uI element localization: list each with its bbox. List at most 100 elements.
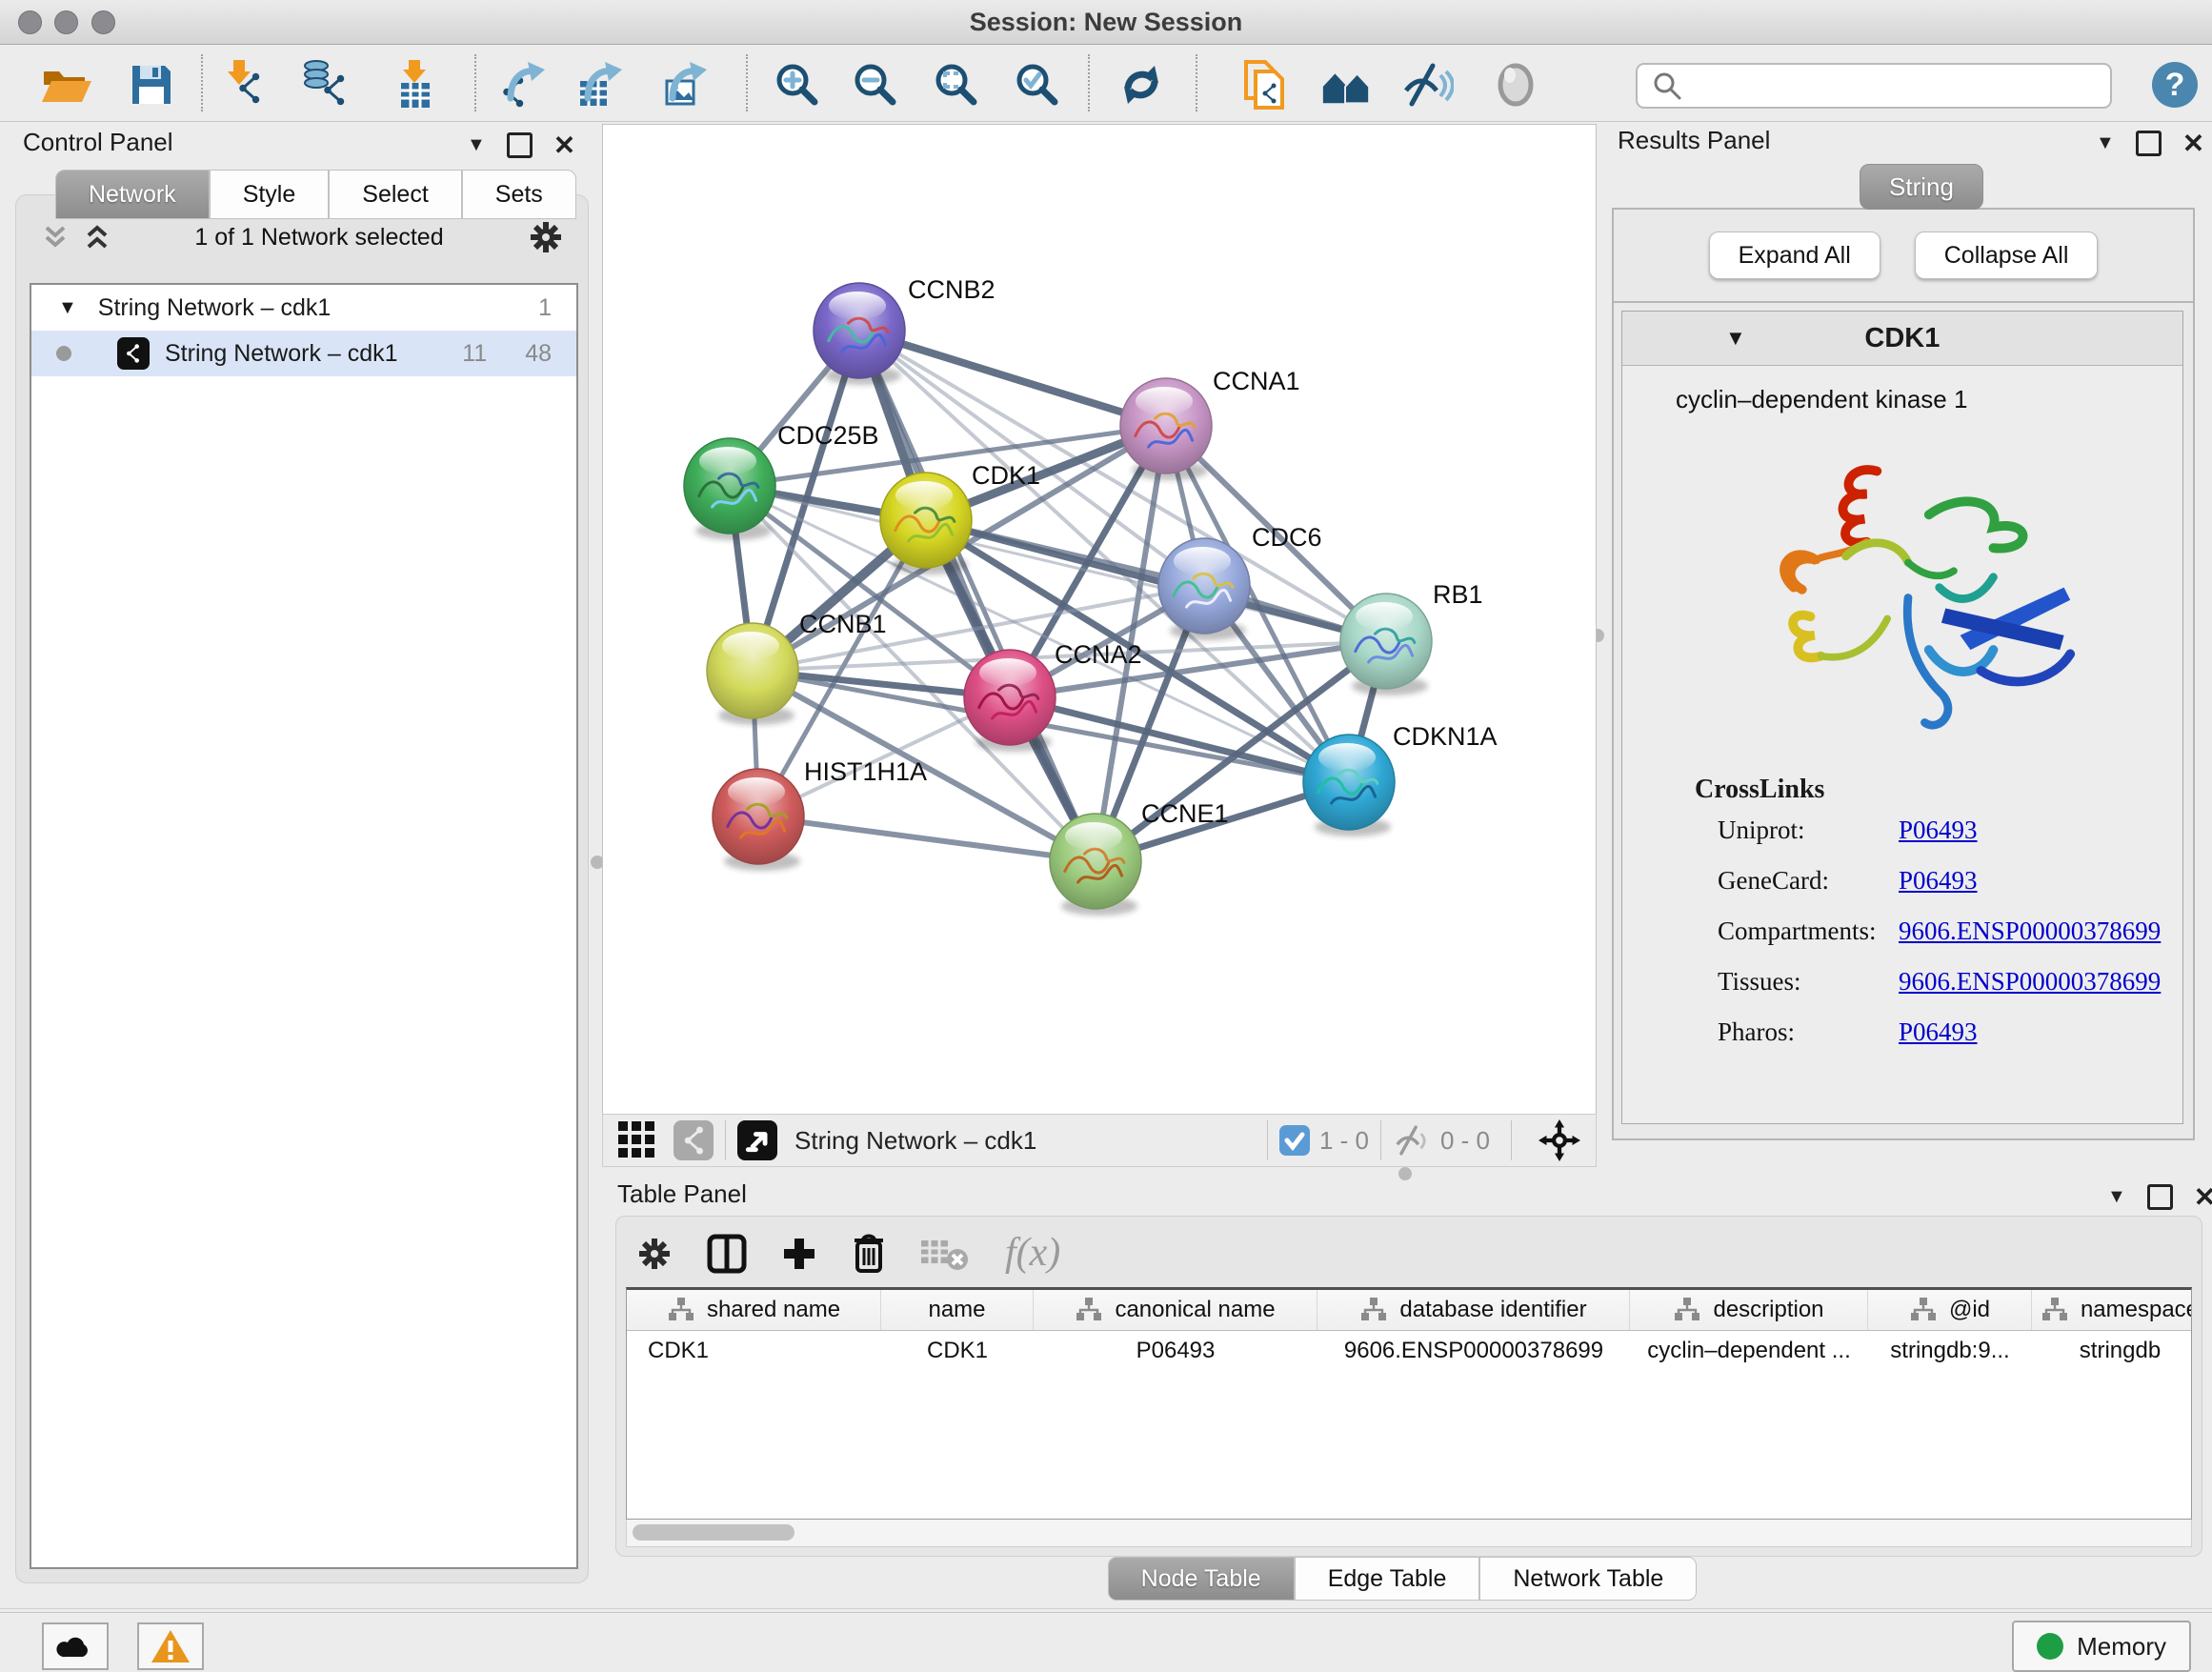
crosslink-link[interactable]: P06493	[1899, 816, 1978, 845]
float-panel-icon[interactable]	[507, 132, 533, 158]
add-column-icon[interactable]	[780, 1235, 818, 1273]
network-node-CCNE1[interactable]	[1050, 814, 1141, 916]
search-input[interactable]	[1693, 68, 2110, 104]
fit-content-icon[interactable]	[1538, 1119, 1580, 1161]
network-node-CDC25B[interactable]	[684, 438, 775, 540]
network-node-CCNA2[interactable]	[964, 650, 1056, 752]
close-panel-icon[interactable]: ✕	[553, 130, 575, 161]
table-cell[interactable]: stringdb	[2032, 1331, 2192, 1371]
hide-selection-icon[interactable]	[1400, 58, 1454, 111]
first-neighbors-icon[interactable]	[1319, 58, 1373, 111]
export-image-icon[interactable]	[661, 58, 714, 111]
table-cell[interactable]: cyclin–dependent ...	[1630, 1331, 1868, 1371]
table-cell[interactable]: CDK1	[627, 1331, 881, 1371]
tab-network-table[interactable]: Network Table	[1479, 1557, 1697, 1601]
table-horizontal-scrollbar[interactable]	[626, 1520, 2192, 1547]
network-options-gear-icon[interactable]	[527, 218, 565, 256]
tab-select[interactable]: Select	[329, 170, 461, 219]
column-header-namespace[interactable]: namespace	[2032, 1290, 2192, 1330]
network-node-RB1[interactable]	[1340, 594, 1432, 695]
collapse-panel-icon[interactable]: ▼	[467, 134, 486, 156]
column-header-@id[interactable]: @id	[1868, 1290, 2032, 1330]
table-cell[interactable]: 9606.ENSP00000378699	[1317, 1331, 1630, 1371]
table-cell[interactable]: P06493	[1034, 1331, 1317, 1371]
scrollbar-thumb[interactable]	[633, 1524, 794, 1541]
zoom-in-icon[interactable]	[771, 58, 824, 111]
network-node-CDK1[interactable]	[880, 473, 972, 574]
crosslink-row: Uniprot:P06493	[1622, 805, 2182, 856]
table-cell[interactable]: stringdb:9...	[1868, 1331, 2032, 1371]
collection-expand-icon[interactable]: ▼	[58, 297, 77, 319]
table-row[interactable]: CDK1CDK1P064939606.ENSP00000378699cyclin…	[627, 1331, 2191, 1371]
collapse-panel-icon[interactable]: ▼	[2107, 1186, 2126, 1208]
export-table-icon[interactable]	[576, 58, 630, 111]
tab-edge-table[interactable]: Edge Table	[1295, 1557, 1480, 1601]
share-network-icon[interactable]	[674, 1120, 714, 1160]
zoom-out-icon[interactable]	[849, 58, 902, 111]
tab-string[interactable]: String	[1860, 164, 1983, 210]
tab-sets[interactable]: Sets	[462, 170, 576, 219]
save-session-icon[interactable]	[125, 58, 178, 111]
column-header-shared-name[interactable]: shared name	[627, 1290, 881, 1330]
import-network-database-icon[interactable]	[301, 58, 354, 111]
column-header-canonical-name[interactable]: canonical name	[1034, 1290, 1317, 1330]
collapse-panel-icon[interactable]: ▼	[2096, 132, 2115, 154]
network-node-CCNB1[interactable]	[707, 623, 798, 725]
cloud-status-button[interactable]	[42, 1622, 109, 1670]
column-header-name[interactable]: name	[881, 1290, 1034, 1330]
zoom-fit-icon[interactable]	[930, 58, 983, 111]
crosslink-link[interactable]: 9606.ENSP00000378699	[1899, 967, 2161, 997]
gene-header[interactable]: ▼ CDK1	[1622, 312, 2182, 366]
birdseye-view-icon[interactable]	[737, 1120, 777, 1160]
network-node-CDKN1A[interactable]	[1303, 735, 1395, 836]
gene-collapse-icon[interactable]: ▼	[1725, 326, 1746, 351]
expand-all-button[interactable]: Expand All	[1709, 232, 1880, 279]
show-all-icon[interactable]	[1489, 58, 1542, 111]
crosslink-link[interactable]: P06493	[1899, 1017, 1978, 1047]
float-panel-icon[interactable]	[2136, 131, 2162, 156]
refresh-view-icon[interactable]	[1115, 58, 1168, 111]
crosslink-link[interactable]: P06493	[1899, 866, 1978, 896]
network-node-HIST1H1A[interactable]	[713, 769, 804, 871]
collapse-all-networks-icon[interactable]	[41, 222, 70, 252]
network-collection-row[interactable]: ▼ String Network – cdk1 1	[31, 285, 576, 331]
table-options-gear-icon[interactable]	[635, 1235, 674, 1273]
search-box[interactable]	[1636, 63, 2112, 109]
network-row[interactable]: String Network – cdk1 11 48	[31, 331, 576, 376]
close-panel-icon[interactable]: ✕	[2194, 1181, 2212, 1213]
delete-column-icon[interactable]	[851, 1233, 887, 1275]
network-canvas[interactable]: CCNB2CCNA1CDC25BCDK1CDC6RB1CCNB1CCNA2CDK…	[602, 124, 1597, 1115]
table-panel: f(x) shared namenamecanonical namedataba…	[615, 1216, 2202, 1557]
tab-network[interactable]: Network	[55, 170, 210, 219]
column-header-database-identifier[interactable]: database identifier	[1317, 1290, 1630, 1330]
network-edge[interactable]	[758, 816, 1096, 861]
new-network-from-selection-icon[interactable]	[1238, 58, 1292, 111]
collection-count: 1	[538, 294, 552, 322]
open-session-icon[interactable]	[40, 58, 93, 111]
crosslink-link[interactable]: 9606.ENSP00000378699	[1899, 917, 2161, 946]
memory-button[interactable]: Memory	[2012, 1621, 2191, 1672]
close-panel-icon[interactable]: ✕	[2182, 128, 2204, 159]
help-button[interactable]: ?	[2152, 62, 2198, 108]
column-header-description[interactable]: description	[1630, 1290, 1868, 1330]
hidden-eye-icon[interactable]	[1393, 1123, 1431, 1158]
horizontal-splitter-handle[interactable]	[1398, 1167, 1412, 1180]
grid-view-icon[interactable]	[618, 1121, 656, 1159]
import-network-file-icon[interactable]	[220, 58, 273, 111]
network-node-CDC6[interactable]	[1158, 538, 1250, 640]
collapse-all-button[interactable]: Collapse All	[1915, 232, 2099, 279]
expand-all-networks-icon[interactable]	[83, 222, 111, 252]
import-table-file-icon[interactable]	[390, 58, 443, 111]
selected-checkbox-icon[interactable]	[1279, 1125, 1310, 1156]
network-node-CCNA1[interactable]	[1120, 378, 1212, 480]
tab-style[interactable]: Style	[210, 170, 330, 219]
network-edge[interactable]	[859, 331, 1166, 426]
table-cell[interactable]: CDK1	[881, 1331, 1034, 1371]
show-columns-icon[interactable]	[706, 1233, 748, 1275]
export-network-icon[interactable]	[499, 58, 553, 111]
float-panel-icon[interactable]	[2147, 1184, 2173, 1210]
tab-node-table[interactable]: Node Table	[1108, 1557, 1295, 1601]
node-table[interactable]: shared namenamecanonical namedatabase id…	[626, 1287, 2192, 1520]
zoom-selected-icon[interactable]	[1011, 58, 1064, 111]
warnings-button[interactable]	[137, 1622, 204, 1670]
